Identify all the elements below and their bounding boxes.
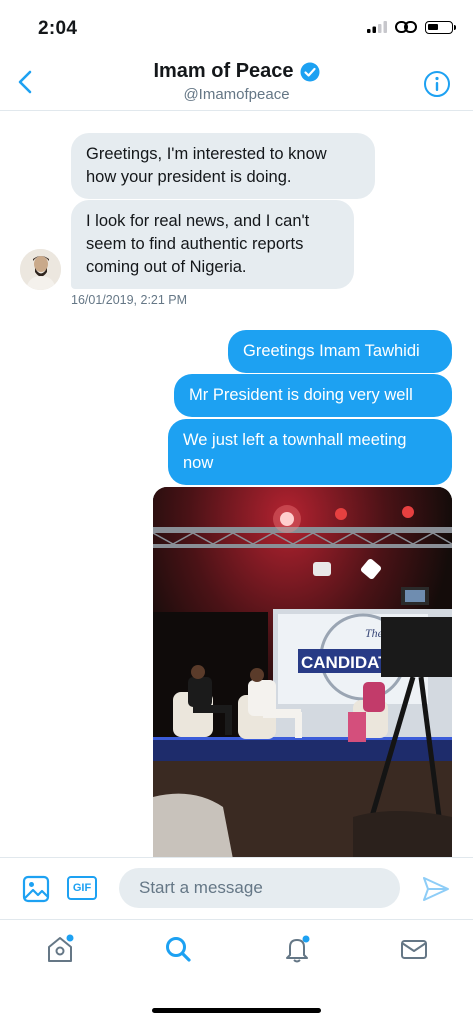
- outgoing-message[interactable]: We just left a townhall meeting now: [168, 419, 452, 485]
- message-input[interactable]: [119, 868, 400, 908]
- photo-attachment[interactable]: The CANDIDAT: [153, 487, 452, 857]
- search-tab-icon[interactable]: [163, 934, 193, 964]
- status-time: 2:04: [38, 18, 78, 39]
- outgoing-message[interactable]: Mr President is doing very well: [174, 374, 452, 417]
- avatar[interactable]: [20, 249, 61, 290]
- outgoing-message[interactable]: Greetings Imam Tawhidi: [228, 330, 452, 373]
- gif-label: GIF: [72, 882, 92, 894]
- header-handle: @Imamofpeace: [183, 86, 290, 103]
- link-icon: [395, 21, 417, 33]
- info-icon[interactable]: [423, 70, 451, 98]
- send-icon[interactable]: [422, 876, 450, 902]
- conversation-thread[interactable]: Greetings, I'm interested to know how yo…: [0, 111, 473, 857]
- sign-small-text: The: [365, 626, 384, 640]
- incoming-message[interactable]: I look for real news, and I can't seem t…: [71, 200, 354, 289]
- status-icons: [367, 20, 456, 34]
- home-indicator: [152, 1008, 321, 1013]
- gif-button[interactable]: GIF: [67, 876, 97, 900]
- home-tab-icon[interactable]: [45, 934, 75, 964]
- verified-badge-icon: [300, 62, 320, 81]
- page-title: Imam of Peace: [153, 60, 294, 82]
- avatar-image: [20, 249, 61, 290]
- sign-main-text: CANDIDAT: [301, 653, 389, 672]
- battery-icon: [425, 20, 456, 34]
- header-title-group[interactable]: Imam of Peace @Imamofpeace: [0, 60, 473, 103]
- image-icon[interactable]: [22, 875, 50, 903]
- messages-tab-icon[interactable]: [399, 934, 429, 964]
- notifications-tab-icon[interactable]: [282, 934, 312, 964]
- incoming-message[interactable]: Greetings, I'm interested to know how yo…: [71, 133, 375, 199]
- message-timestamp: 16/01/2019, 2:21 PM: [71, 293, 188, 307]
- signal-icon: [367, 21, 387, 33]
- conversation-header: Imam of Peace @Imamofpeace: [0, 56, 473, 111]
- status-bar: 2:04: [0, 0, 473, 56]
- event-photo: The CANDIDAT: [153, 487, 452, 857]
- message-composer: GIF: [0, 857, 473, 920]
